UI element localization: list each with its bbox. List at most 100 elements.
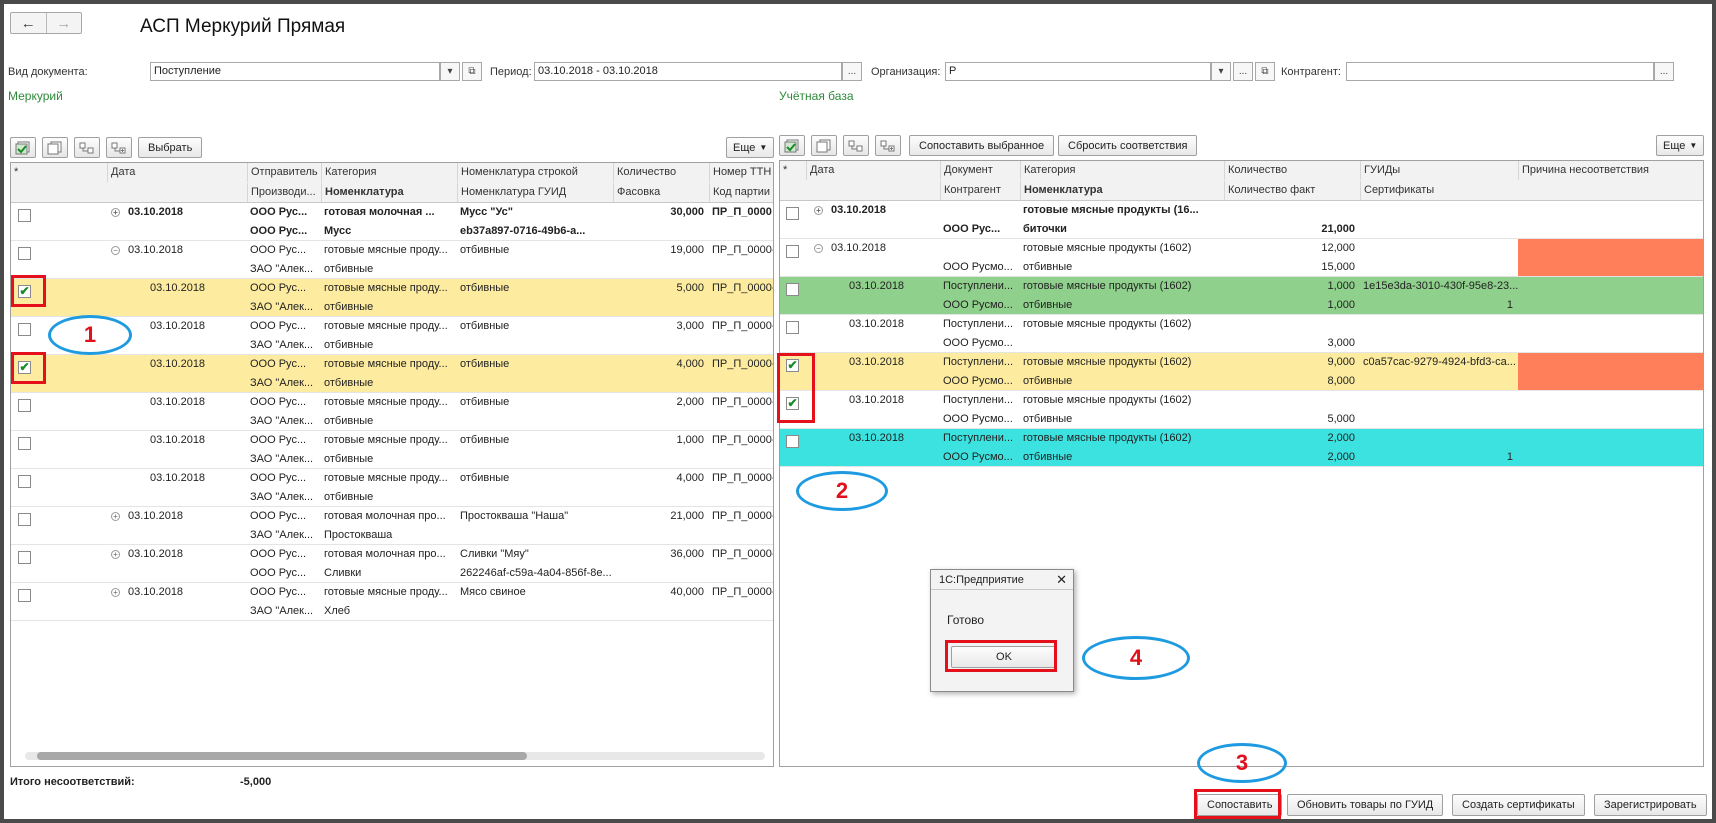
row-checkbox[interactable] xyxy=(786,245,799,258)
row-qty: 2,000 xyxy=(676,396,704,408)
contractor-field[interactable] xyxy=(1346,62,1654,81)
mercury-row[interactable]: −03.10.2018 ООО Рус... ЗАО "Алек... готовые… xyxy=(11,241,773,279)
forward-arrow-icon[interactable]: → xyxy=(45,13,82,33)
row-checkbox[interactable] xyxy=(786,207,799,220)
org-field[interactable]: Р xyxy=(945,62,1211,81)
row-date: 03.10.2018 xyxy=(150,434,206,446)
accounting-row[interactable]: 03.10.2018 Поступлени... ООО Русмо... готов… xyxy=(780,315,1703,353)
row-nomenclature: отбивные xyxy=(324,301,374,313)
doc-type-dropdown-icon[interactable]: ▾ xyxy=(440,62,460,81)
register-button[interactable]: Зарегистрировать xyxy=(1594,794,1707,816)
row-nom-guid xyxy=(457,412,613,431)
row-checkbox[interactable] xyxy=(18,399,31,412)
expand-tree-icon[interactable] xyxy=(875,135,901,156)
reset-matches-button[interactable]: Сбросить соответствия xyxy=(1058,135,1198,156)
row-checkbox[interactable] xyxy=(786,321,799,334)
col-category[interactable]: Категория xyxy=(1020,161,1224,180)
row-checkbox[interactable] xyxy=(18,551,31,564)
col-date[interactable]: Дата xyxy=(806,161,940,180)
row-checkbox[interactable] xyxy=(18,323,31,336)
col-qty[interactable]: Количество xyxy=(1224,161,1360,180)
update-by-guid-button[interactable]: Обновить товары по ГУИД xyxy=(1287,794,1444,816)
row-checkbox[interactable] xyxy=(18,475,31,488)
collapse-tree-icon[interactable] xyxy=(843,135,869,156)
mercury-row[interactable]: +03.10.2018 ООО Рус... ЗАО "Алек... готовые… xyxy=(11,583,773,621)
left-more-button[interactable]: Еще ▼ xyxy=(726,137,775,158)
doc-type-field[interactable]: Поступление xyxy=(150,62,440,81)
col-nomenclature[interactable]: Номенклатура xyxy=(321,183,457,202)
expand-icon[interactable]: + xyxy=(814,206,823,215)
check-all-icon[interactable] xyxy=(10,137,36,158)
accounting-row[interactable]: 03.10.2018 Поступлени... ООО Русмо... готов… xyxy=(780,353,1703,391)
horizontal-scrollbar[interactable] xyxy=(25,752,765,760)
org-open-icon[interactable]: ⧉ xyxy=(1255,62,1275,81)
collapse-icon[interactable]: − xyxy=(814,244,823,253)
row-date: 03.10.2018 xyxy=(128,510,184,522)
accounting-row[interactable]: −03.10.2018 ООО Русмо... готовые мясные пр… xyxy=(780,239,1703,277)
back-arrow-icon[interactable]: ← xyxy=(11,13,46,33)
mercury-row[interactable]: 03.10.2018 ООО Рус... ЗАО "Алек... готовые … xyxy=(11,355,773,393)
row-date: 03.10.2018 xyxy=(849,356,905,368)
scrollbar-thumb[interactable] xyxy=(37,752,527,760)
check-all-icon[interactable] xyxy=(779,135,805,156)
period-more-button[interactable]: ... xyxy=(842,62,862,81)
mercury-row[interactable]: +03.10.2018 ООО Рус... ООО Рус... готовая м… xyxy=(11,203,773,241)
collapse-tree-icon[interactable] xyxy=(74,137,100,158)
row-checkbox[interactable] xyxy=(18,247,31,260)
row-nom-string: отбивные xyxy=(460,320,510,332)
col-ttn[interactable]: Номер ТТН xyxy=(709,163,773,182)
accounting-row[interactable]: 03.10.2018 Поступлени... ООО Русмо... готов… xyxy=(780,277,1703,315)
col-nom-string[interactable]: Номенклатура строкой xyxy=(457,163,613,182)
mercury-row[interactable]: 03.10.2018 ООО Рус... ЗАО "Алек... готовые … xyxy=(11,431,773,469)
create-certificates-button[interactable]: Создать сертификаты xyxy=(1452,794,1585,816)
row-nomenclature: Простокваша xyxy=(324,529,393,541)
period-field[interactable]: 03.10.2018 - 03.10.2018 xyxy=(534,62,842,81)
col-sender[interactable]: Отправитель xyxy=(247,163,321,182)
col-nom-guid[interactable]: Номенклатура ГУИД xyxy=(457,183,613,202)
row-nom-string: отбивные xyxy=(460,396,510,408)
col-batch-code[interactable]: Код партии xyxy=(709,183,773,202)
org-dropdown-icon[interactable]: ▾ xyxy=(1211,62,1231,81)
col-mismatch-reason[interactable]: Причина несоответствия xyxy=(1518,161,1703,180)
right-more-button[interactable]: Еще ▼ xyxy=(1656,135,1705,156)
accounting-row[interactable]: 03.10.2018 Поступлени... ООО Русмо... готов… xyxy=(780,391,1703,429)
row-checkbox[interactable] xyxy=(18,589,31,602)
col-guids[interactable]: ГУИДы xyxy=(1360,161,1518,180)
doc-type-open-icon[interactable]: ⧉ xyxy=(462,62,482,81)
row-checkbox[interactable] xyxy=(18,209,31,222)
expand-icon[interactable]: + xyxy=(111,588,120,597)
mercury-row[interactable]: 03.10.2018 ООО Рус... ЗАО "Алек... готовые … xyxy=(11,469,773,507)
col-certificates[interactable]: Сертификаты xyxy=(1360,181,1518,200)
select-button[interactable]: Выбрать xyxy=(138,137,203,158)
row-checkbox[interactable] xyxy=(786,435,799,448)
uncheck-all-icon[interactable] xyxy=(42,137,68,158)
accounting-row[interactable]: +03.10.2018 ООО Рус... готовые мясные прод… xyxy=(780,201,1703,239)
col-packing[interactable]: Фасовка xyxy=(613,183,709,202)
expand-icon[interactable]: + xyxy=(111,208,120,217)
collapse-icon[interactable]: − xyxy=(111,246,120,255)
col-nomenclature[interactable]: Номенклатура xyxy=(1020,181,1224,200)
col-producer[interactable]: Производи... xyxy=(247,183,321,202)
accounting-row[interactable]: 03.10.2018 Поступлени... ООО Русмо... готов… xyxy=(780,429,1703,467)
mercury-row[interactable]: +03.10.2018 ООО Рус... ООО Рус... готовая м… xyxy=(11,545,773,583)
mercury-row[interactable]: +03.10.2018 ООО Рус... ЗАО "Алек... готовая… xyxy=(11,507,773,545)
org-more-button[interactable]: ... xyxy=(1233,62,1253,81)
col-date[interactable]: Дата xyxy=(107,163,247,182)
expand-icon[interactable]: + xyxy=(111,550,120,559)
row-checkbox[interactable] xyxy=(786,283,799,296)
close-icon[interactable]: ✕ xyxy=(1056,572,1067,588)
col-qty-fact[interactable]: Количество факт xyxy=(1224,181,1360,200)
contractor-more-button[interactable]: ... xyxy=(1654,62,1674,81)
expand-icon[interactable]: + xyxy=(111,512,120,521)
mercury-row[interactable]: 03.10.2018 ООО Рус... ЗАО "Алек... готовые … xyxy=(11,279,773,317)
col-category[interactable]: Категория xyxy=(321,163,457,182)
col-document[interactable]: Документ xyxy=(940,161,1020,180)
match-selected-button[interactable]: Сопоставить выбранное xyxy=(909,135,1055,156)
col-qty[interactable]: Количество xyxy=(613,163,709,182)
row-checkbox[interactable] xyxy=(18,437,31,450)
row-checkbox[interactable] xyxy=(18,513,31,526)
expand-tree-icon[interactable] xyxy=(106,137,132,158)
col-contractor[interactable]: Контрагент xyxy=(940,181,1020,200)
uncheck-all-icon[interactable] xyxy=(811,135,837,156)
mercury-row[interactable]: 03.10.2018 ООО Рус... ЗАО "Алек... готовые … xyxy=(11,393,773,431)
